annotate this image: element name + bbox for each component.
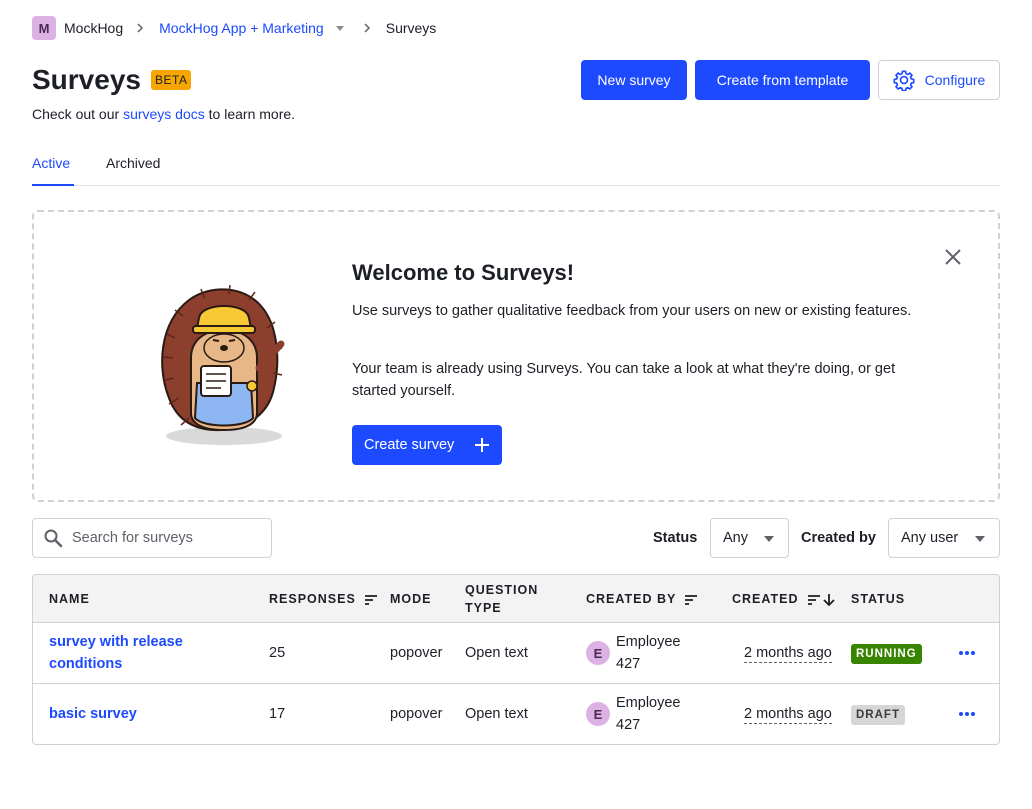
column-responses-label: RESPONSES xyxy=(269,592,356,606)
status-select[interactable]: Any xyxy=(710,518,789,558)
column-responses[interactable]: RESPONSES xyxy=(269,590,378,608)
org-avatar[interactable]: M xyxy=(32,16,56,40)
surveys-docs-link[interactable]: surveys docs xyxy=(123,106,205,122)
survey-tabs: Active Archived xyxy=(32,148,1000,186)
create-survey-button[interactable]: Create survey xyxy=(352,425,502,465)
create-survey-label: Create survey xyxy=(364,437,455,453)
question-type: Open text xyxy=(465,706,528,722)
survey-name-link[interactable]: basic survey xyxy=(49,703,239,725)
welcome-paragraph-2: Your team is already using Surveys. You … xyxy=(352,361,896,399)
creator-name-line2: 427 xyxy=(616,717,641,733)
welcome-paragraph-1: Use surveys to gather qualitative feedba… xyxy=(352,303,912,319)
column-status: STATUS xyxy=(851,592,906,606)
column-question-type-line1: QUESTION xyxy=(465,583,539,597)
close-icon[interactable] xyxy=(944,248,962,266)
welcome-title: Welcome to Surveys! xyxy=(352,260,575,285)
responses-count: 25 xyxy=(269,645,286,661)
search-input[interactable] xyxy=(72,530,262,546)
survey-mode: popover xyxy=(390,706,443,722)
breadcrumb-project[interactable]: MockHog App + Marketing xyxy=(159,20,324,36)
column-question-type: QUESTION TYPE xyxy=(465,581,538,617)
responses-count: 17 xyxy=(269,706,286,722)
status-badge: DRAFT xyxy=(851,705,905,725)
beta-badge: BETA xyxy=(151,70,192,90)
column-created-by-label: CREATED BY xyxy=(586,592,677,606)
chevron-right-icon xyxy=(362,23,372,33)
hedgehog-illustration xyxy=(161,284,285,445)
configure-button[interactable]: Configure xyxy=(878,60,1000,100)
column-mode: MODE xyxy=(390,592,432,606)
caret-down-icon xyxy=(975,536,985,542)
table-row: basic survey 17 popover Open text E Empl… xyxy=(33,684,999,744)
table-header: NAME RESPONSES MODE QUESTION TYPE CREATED… xyxy=(33,575,999,623)
status-select-value: Any xyxy=(723,530,748,546)
surveys-table: NAME RESPONSES MODE QUESTION TYPE CREATED… xyxy=(32,574,1000,745)
avatar: E xyxy=(586,702,610,726)
creator-name-line1: Employee xyxy=(616,634,681,650)
created-timestamp: 2 months ago xyxy=(744,706,832,724)
search-icon xyxy=(44,529,63,548)
creator-name-line1: Employee xyxy=(616,695,681,711)
caret-down-icon[interactable] xyxy=(335,24,344,32)
survey-name-link[interactable]: survey with release conditions xyxy=(49,631,239,675)
survey-mode: popover xyxy=(390,645,443,661)
created-by-select-value: Any user xyxy=(901,530,959,546)
avatar: E xyxy=(586,641,610,665)
breadcrumb-current: Surveys xyxy=(385,20,437,36)
more-icon[interactable] xyxy=(958,711,976,717)
breadcrumb: M MockHog MockHog App + Marketing Survey… xyxy=(32,16,436,40)
sort-icon xyxy=(685,594,698,605)
status-badge: RUNNING xyxy=(851,644,922,664)
more-icon[interactable] xyxy=(958,650,976,656)
page-title: Surveys xyxy=(32,64,141,95)
subtitle-suffix: to learn more. xyxy=(204,106,296,122)
creator-name: Employee 427 xyxy=(616,631,680,675)
creator-name: Employee 427 xyxy=(616,692,680,736)
table-row: survey with release conditions 25 popove… xyxy=(33,623,999,684)
column-created-by[interactable]: CREATED BY xyxy=(586,590,698,608)
create-from-template-button[interactable]: Create from template xyxy=(695,60,870,100)
gear-icon xyxy=(893,70,915,91)
plus-icon xyxy=(475,438,489,452)
column-name: NAME xyxy=(49,592,90,606)
column-created-label: CREATED xyxy=(732,592,799,606)
created-timestamp: 2 months ago xyxy=(744,645,832,663)
created-by-select[interactable]: Any user xyxy=(888,518,1000,558)
search-field[interactable] xyxy=(32,518,272,558)
subtitle-prefix: Check out our xyxy=(32,106,124,122)
created-by-filter-label: Created by xyxy=(801,530,876,546)
question-type: Open text xyxy=(465,645,528,661)
active-tab-indicator xyxy=(32,184,74,186)
sort-icon xyxy=(807,594,820,605)
welcome-panel: Welcome to Surveys! Use surveys to gathe… xyxy=(32,210,1000,502)
new-survey-button[interactable]: New survey xyxy=(581,60,687,100)
breadcrumb-org[interactable]: MockHog xyxy=(64,20,123,36)
sort-desc-icon xyxy=(822,593,835,606)
status-filter-label: Status xyxy=(653,530,698,546)
configure-label: Configure xyxy=(924,72,986,88)
caret-down-icon xyxy=(764,536,774,542)
chevron-right-icon xyxy=(135,23,145,33)
tab-active[interactable]: Active xyxy=(32,154,70,172)
page-subtitle: Check out our surveys docs to learn more… xyxy=(32,104,295,124)
tab-archived[interactable]: Archived xyxy=(106,154,160,172)
column-created[interactable]: CREATED xyxy=(732,590,835,608)
creator-name-line2: 427 xyxy=(616,656,641,672)
column-question-type-line2: TYPE xyxy=(465,601,502,615)
sort-icon xyxy=(364,594,377,605)
